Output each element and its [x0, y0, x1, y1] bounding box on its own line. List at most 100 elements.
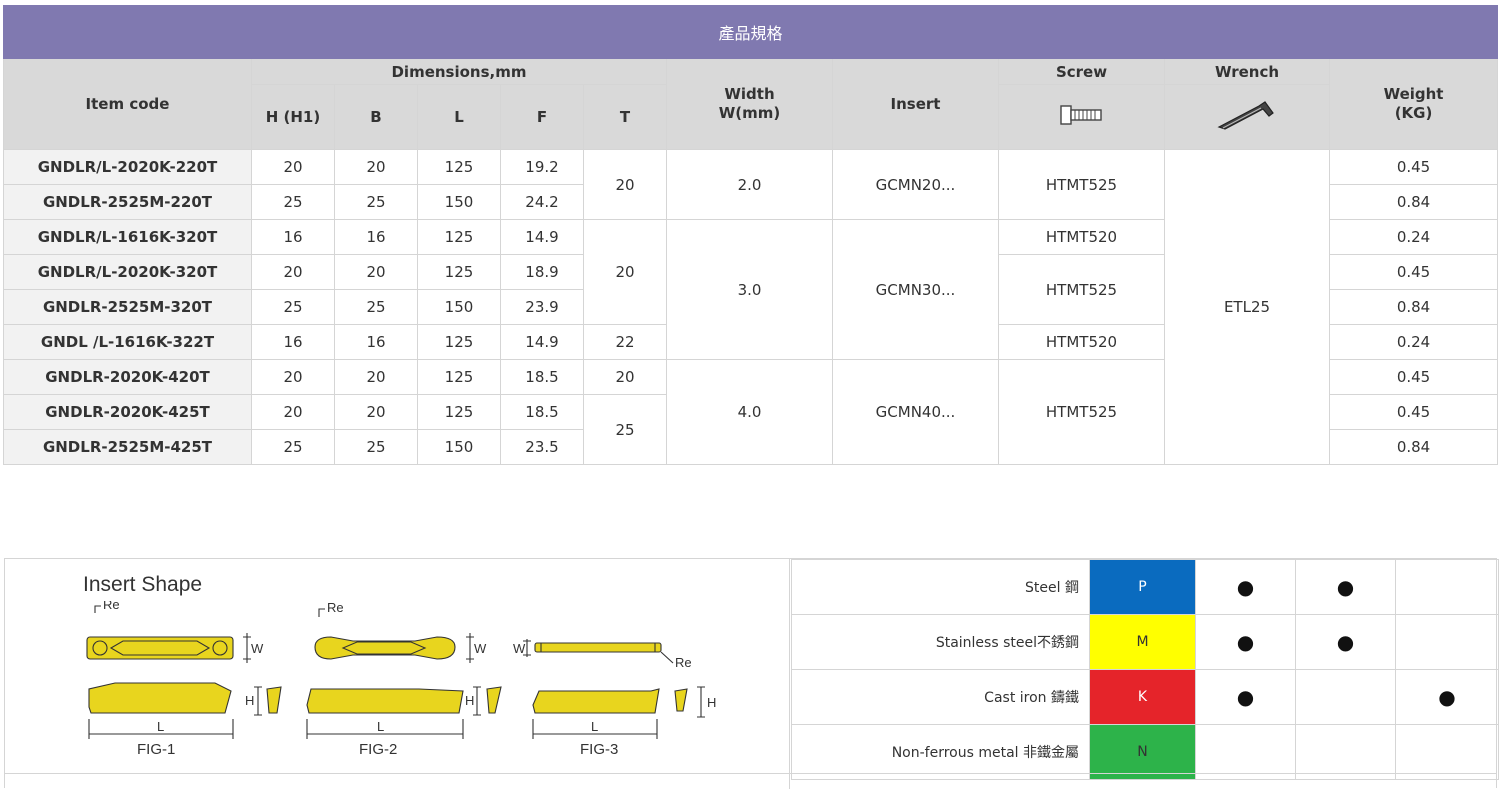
insert-value: GCMN20...: [832, 149, 999, 220]
screw-value: HTMT525: [998, 254, 1165, 325]
item-code: GNDLR-2525M-220T: [3, 184, 252, 220]
dim-l: 125: [417, 394, 501, 430]
screw-icon: [1059, 105, 1102, 125]
header-dimensions: Dimensions,mm: [251, 58, 667, 85]
dim-h: 25: [251, 429, 335, 465]
header-insert: Insert: [832, 58, 999, 150]
dim-l: 125: [417, 254, 501, 290]
suitability-cell: ●: [1195, 669, 1296, 725]
l-label: L: [157, 719, 164, 734]
material-code-badge: P: [1089, 559, 1196, 615]
dim-f: 24.2: [500, 184, 584, 220]
suitable-dot-icon: ●: [1236, 685, 1255, 709]
suitability-cell: ●: [1295, 559, 1396, 615]
width-value: 3.0: [666, 219, 833, 360]
insert-shape-panel: Insert Shape Re W H L Re W H L W Re H L …: [5, 559, 790, 789]
header-b: B: [334, 84, 418, 150]
suitability-cell: ●: [1195, 559, 1296, 615]
wrench-icon-cell: [1164, 84, 1330, 150]
dim-l: 125: [417, 149, 501, 185]
material-code-badge: K: [1089, 669, 1196, 725]
dim-f: 18.5: [500, 359, 584, 395]
dim-b: 16: [334, 219, 418, 255]
dim-f: 14.9: [500, 219, 584, 255]
suitability-cell: [1295, 724, 1396, 780]
dim-l: 125: [417, 359, 501, 395]
item-code: GNDLR/L-2020K-220T: [3, 149, 252, 185]
dim-h: 20: [251, 254, 335, 290]
dim-h: 20: [251, 359, 335, 395]
dim-l: 150: [417, 289, 501, 325]
re-label: Re: [103, 601, 120, 612]
item-code: GNDLR-2020K-425T: [3, 394, 252, 430]
l-label: L: [591, 719, 598, 734]
width-value: 4.0: [666, 359, 833, 465]
suitable-dot-icon: ●: [1438, 685, 1456, 709]
dim-l: 125: [417, 324, 501, 360]
material-code-badge: M: [1089, 614, 1196, 670]
dim-f: 14.9: [500, 324, 584, 360]
dim-h: 25: [251, 289, 335, 325]
dim-f: 23.5: [500, 429, 584, 465]
suitable-dot-icon: ●: [1336, 630, 1355, 654]
h-label: H: [245, 693, 254, 708]
dim-b: 20: [334, 254, 418, 290]
weight-value: 0.45: [1328, 359, 1499, 395]
header-item-code: Item code: [3, 58, 252, 150]
fig-1-label: FIG-1: [137, 741, 176, 758]
table-title: 產品規格: [2, 5, 1499, 59]
insert-shape-diagram: Re W H L Re W H L W Re H L: [86, 601, 716, 739]
material-row: Steel 鋼 P ● ●: [791, 559, 1499, 615]
dim-f: 23.9: [500, 289, 584, 325]
material-row: Cast iron 鑄鐵 K ● ●: [791, 669, 1499, 725]
material-code-badge: N: [1089, 724, 1196, 780]
weight-value: 0.45: [1328, 394, 1499, 430]
suitability-cell: [1395, 559, 1499, 615]
hex-wrench-icon: [1217, 101, 1274, 130]
dim-l: 150: [417, 184, 501, 220]
item-code: GNDL /L-1616K-322T: [3, 324, 252, 360]
w-label: W: [513, 641, 526, 656]
material-name: Cast iron 鑄鐵: [791, 669, 1090, 725]
dim-h: 16: [251, 324, 335, 360]
dim-h: 25: [251, 184, 335, 220]
weight-value: 0.24: [1328, 219, 1499, 255]
h-label: H: [465, 693, 474, 708]
suitability-cell: [1395, 614, 1499, 670]
insert-value: GCMN40...: [832, 359, 999, 465]
dim-b: 20: [334, 359, 418, 395]
dim-t: 20: [583, 149, 667, 220]
re-label: Re: [327, 601, 344, 615]
weight-value: 0.45: [1328, 254, 1499, 290]
screw-value: HTMT520: [998, 324, 1165, 360]
material-name: Steel 鋼: [791, 559, 1090, 615]
screw-value: HTMT525: [998, 149, 1165, 220]
weight-value: 0.84: [1328, 429, 1499, 465]
material-name: Non-ferrous metal 非鐵金屬: [791, 724, 1090, 780]
item-code: GNDLR/L-1616K-320T: [3, 219, 252, 255]
dim-f: 18.5: [500, 394, 584, 430]
suitability-cell: ●: [1395, 669, 1499, 725]
dim-h: 20: [251, 394, 335, 430]
dim-t: 20: [583, 219, 667, 325]
header-screw: Screw: [998, 58, 1165, 85]
suitability-cell: [1295, 669, 1396, 725]
dim-b: 20: [334, 394, 418, 430]
insert-value: GCMN30...: [832, 219, 999, 360]
screw-value: HTMT525: [998, 359, 1165, 465]
re-label: Re: [675, 655, 692, 670]
header-t: T: [583, 84, 667, 150]
suitability-cell: ●: [1295, 614, 1396, 670]
header-weight: Weight (KG): [1328, 58, 1499, 150]
dim-h: 20: [251, 149, 335, 185]
bottom-divider: [4, 773, 1497, 774]
suitable-dot-icon: ●: [1236, 630, 1255, 654]
suitable-dot-icon: ●: [1336, 575, 1355, 599]
dim-t: 25: [583, 394, 667, 465]
suitability-cell: ●: [1195, 614, 1296, 670]
width-value: 2.0: [666, 149, 833, 220]
dim-b: 25: [334, 429, 418, 465]
item-code: GNDLR-2525M-425T: [3, 429, 252, 465]
item-code: GNDLR-2525M-320T: [3, 289, 252, 325]
insert-shape-title: Insert Shape: [83, 573, 203, 596]
